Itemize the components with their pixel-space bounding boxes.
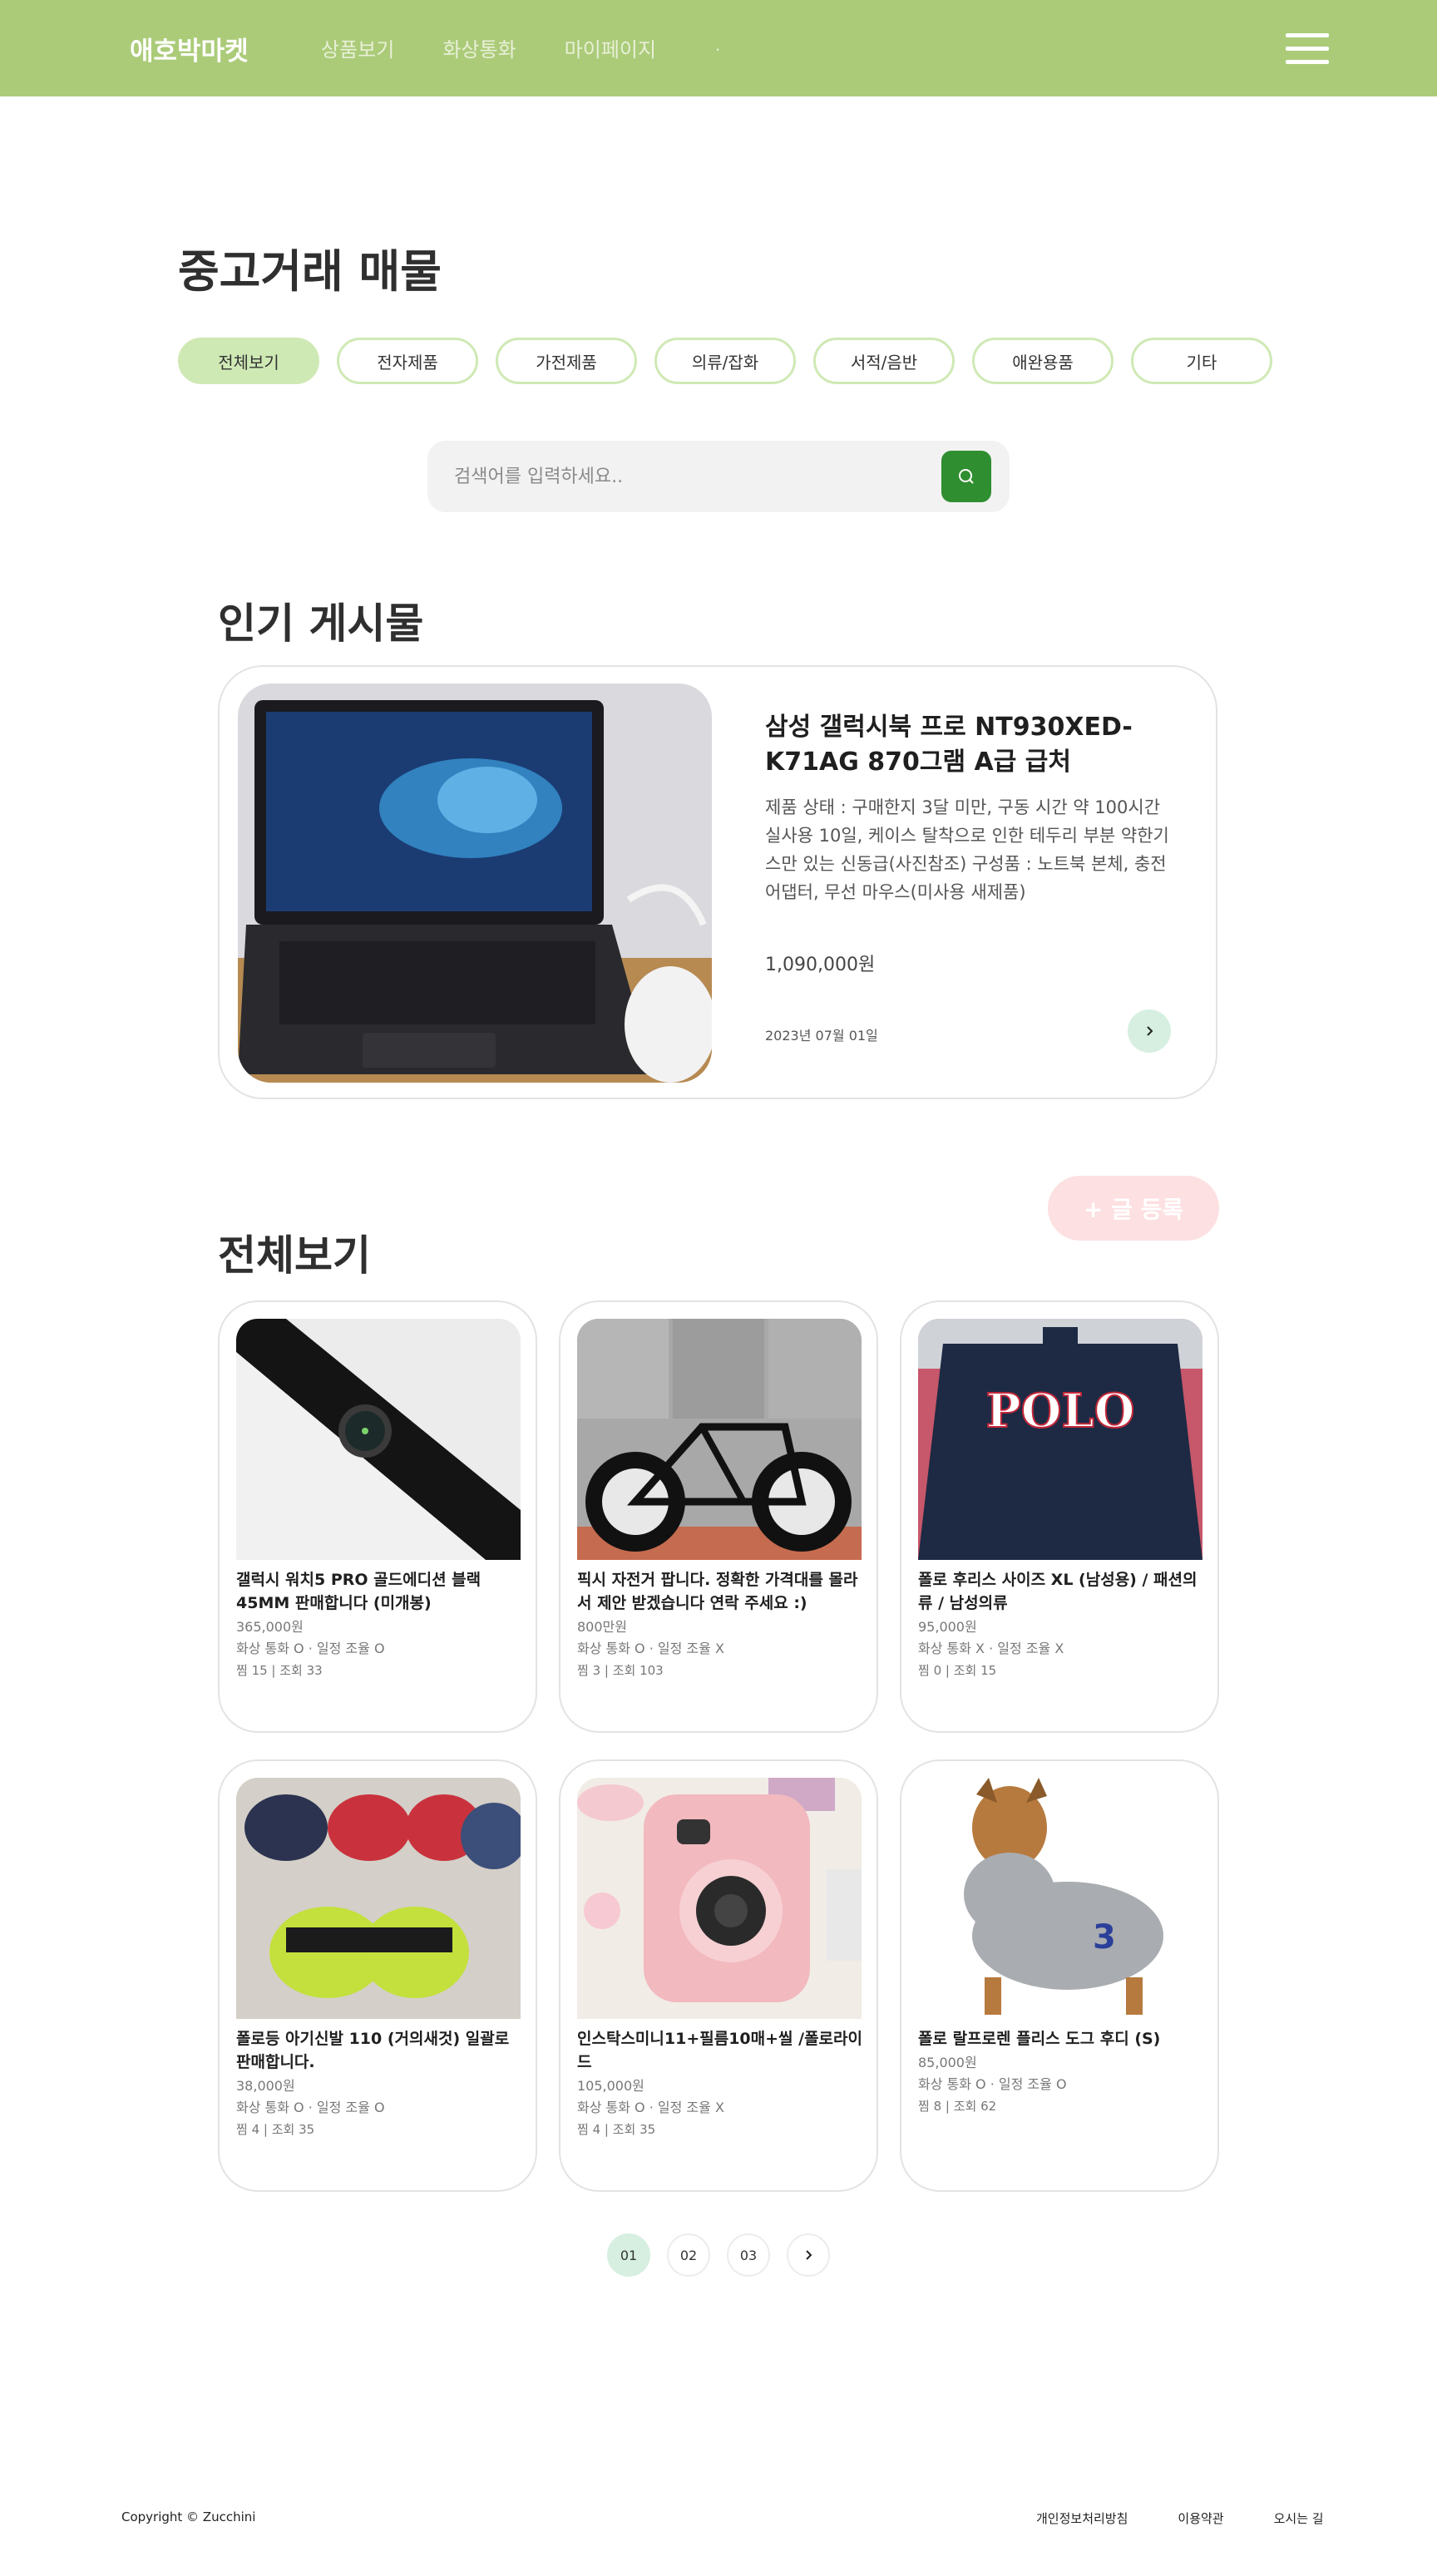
product-stats: 찜 3 | 조회 103 — [577, 1663, 664, 1678]
footer-link-terms[interactable]: 이용약관 — [1178, 2509, 1223, 2527]
search-bar — [427, 441, 1010, 512]
product-image-fleece: POLO — [918, 1319, 1202, 1560]
laptop-image — [238, 683, 712, 1083]
page-3-button[interactable]: 03 — [727, 2233, 770, 2277]
product-price: 365,000원 — [236, 1619, 304, 1635]
product-options: 화상 통화 O · 일정 조율 X — [577, 1641, 724, 1656]
product-stats: 찜 4 | 조회 35 — [236, 2122, 315, 2137]
product-card[interactable]: 인스탁스미니11+필름10매+씰 /폴로라이드 105,000원 화상 통화 O… — [559, 1759, 878, 2192]
footer-links: 개인정보처리방침 이용약관 오시는 길 — [1036, 2509, 1324, 2527]
nav-mypage[interactable]: 마이페이지 — [565, 33, 656, 62]
product-image-bicycle — [577, 1319, 862, 1560]
filter-appliances[interactable]: 가전제품 — [496, 338, 637, 384]
popular-post-description: 제품 상태 : 구매한지 3달 미만, 구동 시간 약 100시간 실사용 10… — [765, 797, 1169, 902]
search-input[interactable] — [454, 459, 920, 494]
top-header: 애호박마켓 상품보기 화상통화 마이페이지 . — [0, 0, 1437, 96]
product-card[interactable]: 3 폴로 랄프로렌 플리스 도그 후디 (S) 85,000원 화상 통화 O … — [900, 1759, 1219, 2192]
next-page-button[interactable] — [787, 2233, 830, 2277]
copyright: Copyright © Zucchini — [121, 2509, 256, 2524]
nav-video-call[interactable]: 화상통화 — [442, 33, 516, 62]
product-image-instax-camera — [577, 1778, 862, 2019]
product-price: 38,000원 — [236, 2078, 295, 2094]
nav-products[interactable]: 상품보기 — [321, 33, 394, 62]
product-card[interactable]: 갤럭시 워치5 PRO 골드에디션 블랙 45MM 판매합니다 (미개봉) 36… — [218, 1300, 537, 1733]
product-card[interactable]: 폴로등 아기신발 110 (거의새것) 일괄로 판매합니다. 38,000원 화… — [218, 1759, 537, 2192]
filter-books[interactable]: 서적/음반 — [813, 338, 955, 384]
site-logo[interactable]: 애호박마켓 — [130, 30, 249, 67]
filter-pets[interactable]: 애완용품 — [972, 338, 1114, 384]
product-stats: 찜 4 | 조회 35 — [577, 2122, 656, 2137]
menu-icon[interactable] — [1286, 33, 1329, 65]
popular-post-title: 삼성 갤럭시북 프로 NT930XED-K71AG 870그램 A급 급처 — [765, 713, 1133, 777]
all-section-title: 전체보기 — [218, 1231, 371, 1280]
product-options: 화상 통화 X · 일정 조율 X — [918, 1641, 1064, 1656]
popular-post-card[interactable]: 삼성 갤럭시북 프로 NT930XED-K71AG 870그램 A급 급처 제품… — [218, 665, 1217, 1099]
popular-post-date: 2023년 07월 01일 — [765, 1028, 878, 1044]
product-options: 화상 통화 O · 일정 조율 O — [236, 1641, 385, 1656]
product-price: 105,000원 — [577, 2078, 644, 2094]
product-title: 폴로등 아기신발 110 (거의새것) 일괄로 판매합니다. — [236, 2030, 510, 2071]
product-title: 갤럭시 워치5 PRO 골드에디션 블랙 45MM 판매합니다 (미개봉) — [236, 1571, 481, 1612]
product-title: 폴로 랄프로렌 플리스 도그 후디 (S) — [918, 2030, 1161, 2048]
product-price: 800만원 — [577, 1619, 627, 1635]
chevron-right-icon[interactable] — [1128, 1009, 1171, 1053]
product-price: 95,000원 — [918, 1619, 977, 1635]
category-filters: 전체보기 전자제품 가전제품 의류/잡화 서적/음반 애완용품 기타 — [178, 338, 1272, 384]
page-2-button[interactable]: 02 — [667, 2233, 710, 2277]
filter-clothing[interactable]: 의류/잡화 — [654, 338, 796, 384]
product-title: 인스탁스미니11+필름10매+씰 /폴로라이드 — [577, 2030, 862, 2071]
page-title: 중고거래 매물 — [178, 245, 442, 298]
filter-etc[interactable]: 기타 — [1131, 338, 1272, 384]
product-price: 85,000원 — [918, 2055, 977, 2070]
product-image-baby-shoes — [236, 1778, 521, 2019]
product-title: 폴로 후리스 사이즈 XL (남성용) / 패션의류 / 남성의류 — [918, 1571, 1198, 1612]
product-stats: 찜 15 | 조회 33 — [236, 1663, 323, 1678]
filter-electronics[interactable]: 전자제품 — [337, 338, 478, 384]
search-button[interactable] — [941, 451, 991, 502]
product-options: 화상 통화 O · 일정 조율 X — [577, 2100, 724, 2115]
footer-link-directions[interactable]: 오시는 길 — [1274, 2509, 1324, 2527]
product-stats: 찜 8 | 조회 62 — [918, 2099, 997, 2114]
main-nav: 상품보기 화상통화 마이페이지 — [321, 33, 656, 62]
nav-dot: . — [715, 35, 721, 55]
product-grid: 갤럭시 워치5 PRO 골드에디션 블랙 45MM 판매합니다 (미개봉) 36… — [218, 1300, 1219, 2192]
pagination: 01 02 03 — [607, 2233, 830, 2277]
product-image-watch — [236, 1319, 521, 1560]
svg-text:3: 3 — [1093, 1918, 1116, 1957]
popular-section-title: 인기 게시물 — [218, 600, 424, 648]
search-icon — [959, 469, 974, 484]
filter-all[interactable]: 전체보기 — [178, 338, 319, 384]
product-image-dog-hoodie: 3 — [918, 1778, 1202, 2019]
page-1-button[interactable]: 01 — [607, 2233, 650, 2277]
popular-post-price: 1,090,000원 — [765, 955, 876, 975]
product-options: 화상 통화 O · 일정 조율 O — [236, 2100, 385, 2115]
write-post-button[interactable]: + 글 등록 — [1048, 1176, 1219, 1241]
product-options: 화상 통화 O · 일정 조율 O — [918, 2076, 1067, 2092]
product-stats: 찜 0 | 조회 15 — [918, 1663, 997, 1678]
product-card[interactable]: 픽시 자전거 팝니다. 정확한 가격대를 몰라서 제안 받겠습니다 연락 주세요… — [559, 1300, 878, 1733]
product-card[interactable]: POLO 폴로 후리스 사이즈 XL (남성용) / 패션의류 / 남성의류 9… — [900, 1300, 1219, 1733]
chevron-right-icon — [806, 2250, 812, 2260]
product-title: 픽시 자전거 팝니다. 정확한 가격대를 몰라서 제안 받겠습니다 연락 주세요… — [577, 1571, 858, 1612]
footer-link-privacy[interactable]: 개인정보처리방침 — [1036, 2509, 1128, 2527]
svg-text:POLO: POLO — [985, 1384, 1134, 1439]
